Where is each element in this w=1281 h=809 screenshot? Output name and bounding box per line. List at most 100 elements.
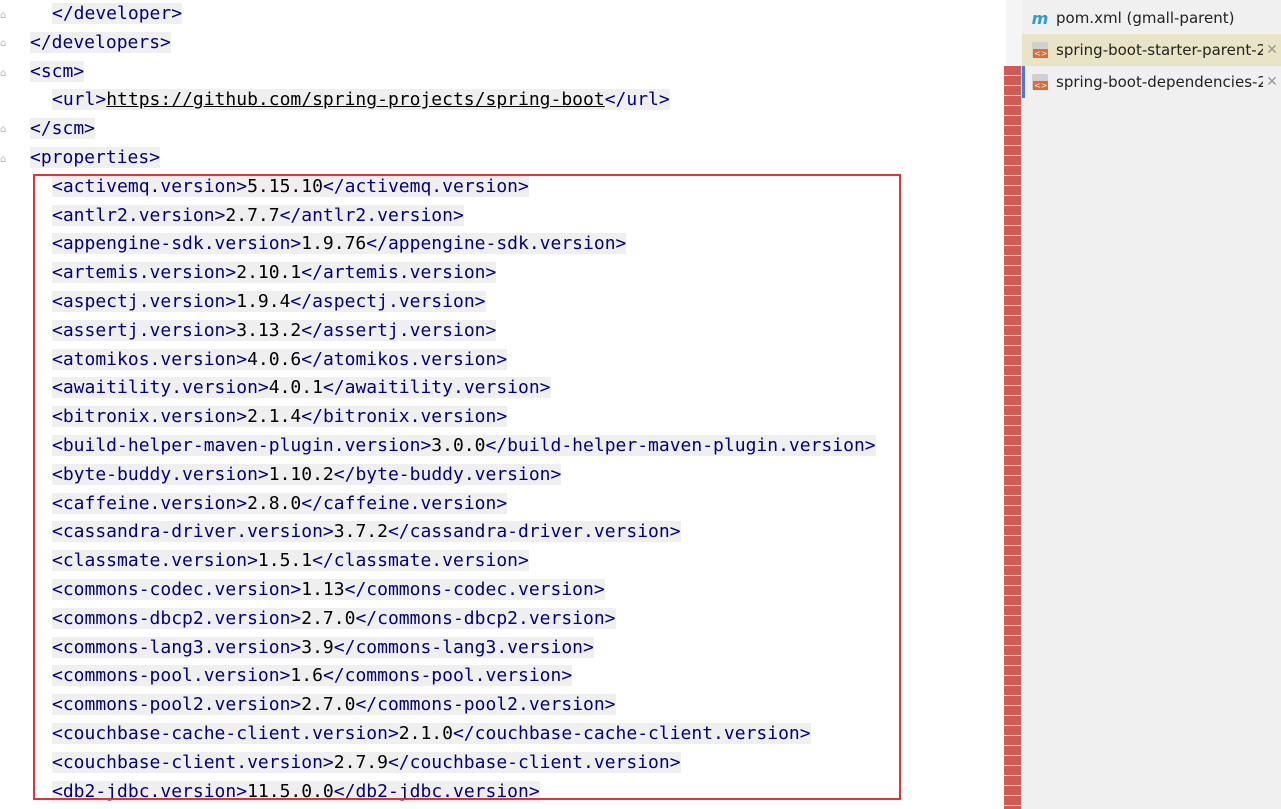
xml-open-tag: <artemis.version> [52,262,237,284]
code-line[interactable]: <scm> [30,59,85,85]
code-line-content: <classmate.version>1.5.1</classmate.vers… [52,550,529,572]
code-line[interactable]: <assertj.version>3.13.2</assertj.version… [52,318,497,344]
xml-value: 5.15.10 [247,175,323,197]
code-line-content: <aspectj.version>1.9.4</aspectj.version> [52,291,486,312]
code-line-content: <properties> [30,147,161,168]
xml-close-tag: </db2-jdbc.version> [333,780,540,802]
error-stripe-markers[interactable] [1004,66,1021,809]
code-line-content: <build-helper-maven-plugin.version>3.0.0… [52,435,876,456]
code-line[interactable]: </developers> [30,30,171,56]
xml-close-tag: </antlr2.version> [279,204,464,226]
code-line-content: <artemis.version>2.10.1</artemis.version… [52,262,497,284]
code-line-content: <couchbase-cache-client.version>2.1.0</c… [52,723,811,744]
xml-open-tag: <awaitility.version> [52,377,269,399]
fold-marker-icon[interactable]: ⌂ [0,68,10,80]
fold-marker-icon[interactable]: ⌂ [0,10,10,22]
code-line[interactable]: <bitronix.version>2.1.4</bitronix.versio… [52,404,508,430]
xml-value: 2.8.0 [247,492,302,514]
code-line[interactable]: </developer> [52,1,183,27]
xml-close-tag: </commons-lang3.version> [333,636,594,658]
code-line-content: <bitronix.version>2.1.4</bitronix.versio… [52,406,508,428]
code-line[interactable]: <cassandra-driver.version>3.7.2</cassand… [52,519,681,545]
code-line[interactable]: <appengine-sdk.version>1.9.76</appengine… [52,231,627,257]
code-line[interactable]: <commons-codec.version>1.13</commons-cod… [52,577,605,603]
code-line-content: <byte-buddy.version>1.10.2</byte-buddy.v… [52,463,562,485]
tab-switcher-panel: m pom.xml (gmall-parent) spring-boot-sta… [1022,0,1281,809]
code-line-content: <awaitility.version>4.0.1</awaitility.ve… [52,377,551,399]
xml-close-tag: </byte-buddy.version> [333,463,562,485]
code-line[interactable]: <db2-jdbc.version>11.5.0.0</db2-jdbc.ver… [52,779,540,805]
code-line[interactable]: <awaitility.version>4.0.1</awaitility.ve… [52,375,551,401]
xml-value: 2.7.9 [333,751,388,773]
xml-close-tag: </caffeine.version> [301,492,508,514]
code-editor[interactable]: </developer> </developers> <scm> <url>https… [14,0,1006,809]
xml-value: 3.7.2 [333,521,388,543]
selected-tab-indicator [1022,66,1025,98]
code-line-content: <couchbase-client.version>2.7.9</couchba… [52,751,681,773]
fold-marker-icon[interactable]: ⌂ [0,124,10,136]
tab-spring-boot-dependencies[interactable]: spring-boot-dependencies-2 ✕ [1022,66,1281,98]
xml-file-icon [1032,42,1049,58]
tab-label: spring-boot-starter-parent-2 [1056,41,1263,59]
code-line[interactable]: <properties> [30,145,161,171]
code-line-content: <antlr2.version>2.7.7</antlr2.version> [52,204,464,226]
code-line[interactable]: </scm> [30,116,96,142]
code-line[interactable]: <classmate.version>1.5.1</classmate.vers… [52,548,529,574]
code-line[interactable]: <antlr2.version>2.7.7</antlr2.version> [52,203,464,229]
xml-value: https://github.com/spring-projects/sprin… [106,89,605,111]
tab-label: spring-boot-dependencies-2 [1056,73,1263,91]
xml-value: 1.9.76 [301,233,367,255]
xml-close-tag: </aspectj.version> [290,291,486,312]
code-line[interactable]: <commons-pool.version>1.6</commons-pool.… [52,663,573,689]
tab-spring-boot-starter-parent[interactable]: spring-boot-starter-parent-2 ✕ [1022,34,1281,66]
xml-open-tag: <activemq.version> [52,175,248,197]
xml-open-tag: <couchbase-cache-client.version> [52,723,399,744]
tab-pom-xml[interactable]: m pom.xml (gmall-parent) [1022,2,1281,34]
code-line-content: <caffeine.version>2.8.0</caffeine.versio… [52,492,508,514]
code-line[interactable]: <byte-buddy.version>1.10.2</byte-buddy.v… [52,462,562,488]
xml-close-tag: </assertj.version> [301,319,497,341]
fold-marker-icon[interactable]: ⌂ [0,38,10,50]
close-icon[interactable]: ✕ [1263,42,1281,58]
close-icon[interactable]: ✕ [1263,74,1281,90]
xml-open-tag: <antlr2.version> [52,204,226,226]
xml-open-tag: <classmate.version> [52,550,258,572]
code-line-content: <scm> [30,60,85,82]
code-line[interactable]: <couchbase-cache-client.version>2.1.0</c… [52,721,811,747]
xml-close-tag: </artemis.version> [301,262,497,284]
code-line[interactable]: <aspectj.version>1.9.4</aspectj.version> [52,289,486,315]
xml-value: 4.0.1 [268,377,323,399]
code-line-content: <db2-jdbc.version>11.5.0.0</db2-jdbc.ver… [52,780,540,802]
code-line[interactable]: <caffeine.version>2.8.0</caffeine.versio… [52,491,508,517]
xml-value: 1.9.4 [236,291,291,312]
xml-value: 1.6 [290,665,323,687]
xml-close-tag: </couchbase-cache-client.version> [452,723,811,744]
xml-open-tag: <scm> [30,60,85,82]
code-line-content: <commons-pool.version>1.6</commons-pool.… [52,665,573,687]
xml-close-tag: </url> [604,89,670,111]
code-line-content: <commons-dbcp2.version>2.7.0</commons-db… [52,607,616,629]
xml-open-tag: <byte-buddy.version> [52,463,269,485]
xml-close-tag: </classmate.version> [312,550,529,572]
code-line[interactable]: <activemq.version>5.15.10</activemq.vers… [52,174,529,200]
xml-open-tag: <commons-pool.version> [52,665,291,687]
xml-close-tag: </cassandra-driver.version> [387,521,681,543]
xml-open-tag: </scm> [30,118,96,140]
code-line[interactable]: <commons-dbcp2.version>2.7.0</commons-db… [52,606,616,632]
code-line[interactable]: <artemis.version>2.10.1</artemis.version… [52,260,497,286]
code-line[interactable]: <commons-lang3.version>3.9</commons-lang… [52,635,594,661]
code-line-content: </scm> [30,118,96,140]
code-line[interactable]: <couchbase-client.version>2.7.9</couchba… [52,750,681,776]
code-line[interactable]: <build-helper-maven-plugin.version>3.0.0… [52,433,876,459]
xml-open-tag: <atomikos.version> [52,348,248,370]
xml-open-tag: <commons-pool2.version> [52,694,302,716]
fold-marker-icon[interactable]: ⌂ [0,154,10,166]
xml-open-tag: </developers> [30,31,171,53]
code-line[interactable]: <url>https://github.com/spring-projects/… [52,87,670,113]
xml-close-tag: </commons-codec.version> [344,579,605,600]
xml-value: 2.7.7 [225,204,280,226]
code-line[interactable]: <atomikos.version>4.0.6</atomikos.versio… [52,347,508,373]
xml-open-tag: <db2-jdbc.version> [52,780,248,802]
code-line[interactable]: <commons-pool2.version>2.7.0</commons-po… [52,692,616,718]
xml-open-tag: <commons-codec.version> [52,579,302,600]
